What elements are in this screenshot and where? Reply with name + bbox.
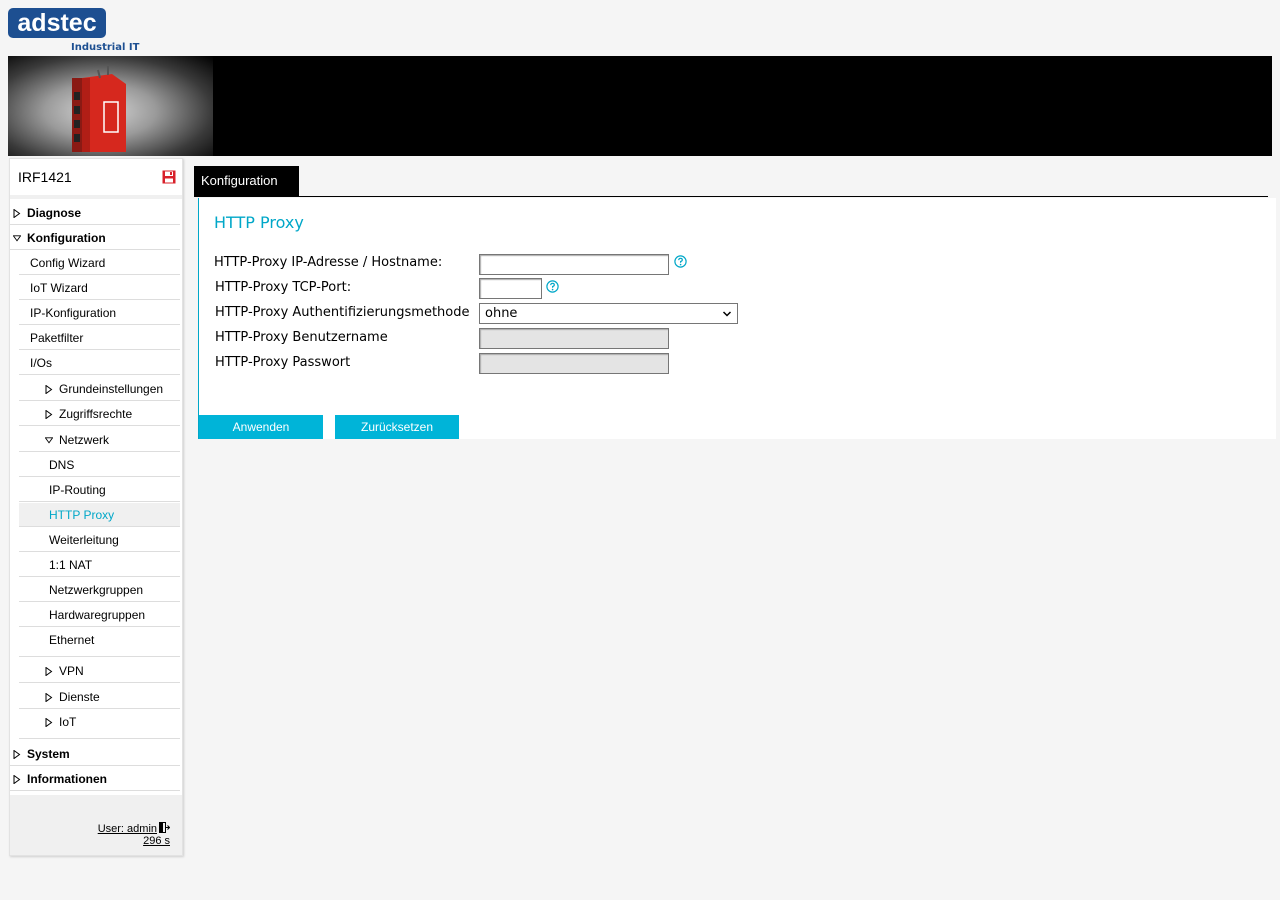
navigation-tree: Diagnose Konfiguration Config Wizard IoT… bbox=[10, 199, 182, 795]
auth-method-label: HTTP-Proxy Authentifizierungsmethode bbox=[215, 305, 470, 320]
tab-konfiguration[interactable]: Konfiguration bbox=[194, 166, 299, 196]
triangle-down-icon bbox=[13, 235, 21, 242]
triangle-right-icon bbox=[45, 718, 53, 727]
save-icon[interactable] bbox=[162, 170, 176, 184]
logo-tagline: Industrial IT bbox=[71, 42, 140, 53]
triangle-right-icon bbox=[13, 750, 21, 759]
nav-informationen[interactable]: Informationen bbox=[10, 767, 180, 791]
nav-ip-konfiguration[interactable]: IP-Konfiguration bbox=[19, 301, 180, 325]
nav-diagnose[interactable]: Diagnose bbox=[10, 201, 180, 225]
router-device-image bbox=[72, 66, 126, 152]
nav-zugriffsrechte[interactable]: Zugriffsrechte bbox=[19, 402, 180, 426]
nav-grundeinstellungen[interactable]: Grundeinstellungen bbox=[19, 377, 180, 401]
help-icon[interactable] bbox=[674, 255, 687, 268]
tab-strip: Konfiguration bbox=[194, 166, 1268, 197]
username-label: HTTP-Proxy Benutzername bbox=[215, 330, 388, 345]
nav-paketfilter[interactable]: Paketfilter bbox=[19, 326, 180, 350]
nav-http-proxy[interactable]: HTTP Proxy bbox=[19, 503, 180, 527]
nav-netzwerkgruppen[interactable]: Netzwerkgruppen bbox=[19, 578, 180, 602]
nav-config-wizard[interactable]: Config Wizard bbox=[19, 251, 180, 275]
host-label: HTTP-Proxy IP-Adresse / Hostname: bbox=[214, 255, 443, 270]
nav-konfiguration[interactable]: Konfiguration bbox=[10, 226, 180, 250]
triangle-right-icon bbox=[13, 775, 21, 784]
nav-hardwaregruppen[interactable]: Hardwaregruppen bbox=[19, 603, 180, 627]
triangle-right-icon bbox=[45, 385, 53, 394]
logo-wordmark: adstec bbox=[8, 8, 106, 38]
username-input[interactable] bbox=[479, 328, 669, 349]
content-panel: HTTP Proxy HTTP-Proxy IP-Adresse / Hostn… bbox=[198, 198, 1276, 439]
triangle-right-icon bbox=[45, 410, 53, 419]
apply-button[interactable]: Anwenden bbox=[199, 415, 323, 439]
nav-dienste[interactable]: Dienste bbox=[19, 685, 180, 709]
user-label: User: admin bbox=[97, 823, 157, 835]
triangle-right-icon bbox=[13, 209, 21, 218]
sidebar: IRF1421 Diagnose Konfiguration Config Wi… bbox=[9, 158, 183, 856]
nav-system[interactable]: System bbox=[10, 742, 180, 766]
logout-icon[interactable] bbox=[159, 822, 170, 833]
user-logout-link[interactable]: User: admin bbox=[98, 822, 170, 835]
nav-weiterleitung[interactable]: Weiterleitung bbox=[19, 528, 180, 552]
nav-iot[interactable]: IoT bbox=[19, 710, 180, 739]
chevron-down-icon bbox=[722, 311, 732, 317]
nav-ethernet[interactable]: Ethernet bbox=[19, 628, 180, 657]
auth-method-value: ohne bbox=[485, 306, 518, 321]
nav-dns[interactable]: DNS bbox=[19, 453, 180, 477]
help-icon[interactable] bbox=[546, 280, 559, 293]
nav-netzwerk[interactable]: Netzwerk bbox=[19, 428, 180, 452]
host-input[interactable] bbox=[479, 254, 669, 275]
auth-method-select[interactable]: ohne bbox=[479, 303, 738, 324]
header-banner bbox=[8, 56, 1272, 156]
triangle-right-icon bbox=[45, 667, 53, 676]
password-label: HTTP-Proxy Passwort bbox=[215, 355, 351, 370]
nav-ios[interactable]: I/Os bbox=[19, 351, 180, 375]
page-title: HTTP Proxy bbox=[214, 213, 304, 232]
nav-ip-routing[interactable]: IP-Routing bbox=[19, 478, 180, 502]
nav-vpn[interactable]: VPN bbox=[19, 659, 180, 683]
device-name: IRF1421 bbox=[18, 169, 72, 185]
nav-iot-wizard[interactable]: IoT Wizard bbox=[19, 276, 180, 300]
port-input[interactable] bbox=[479, 278, 542, 299]
triangle-down-icon bbox=[45, 437, 53, 444]
password-input[interactable] bbox=[479, 353, 669, 374]
reset-button[interactable]: Zurücksetzen bbox=[335, 415, 459, 439]
adstec-logo: adstec Industrial IT bbox=[8, 8, 140, 54]
session-timer[interactable]: 296 s bbox=[143, 835, 170, 847]
port-label: HTTP-Proxy TCP-Port: bbox=[215, 280, 352, 295]
device-bar: IRF1421 bbox=[10, 159, 182, 195]
triangle-right-icon bbox=[45, 693, 53, 702]
nav-1-1-nat[interactable]: 1:1 NAT bbox=[19, 553, 180, 577]
